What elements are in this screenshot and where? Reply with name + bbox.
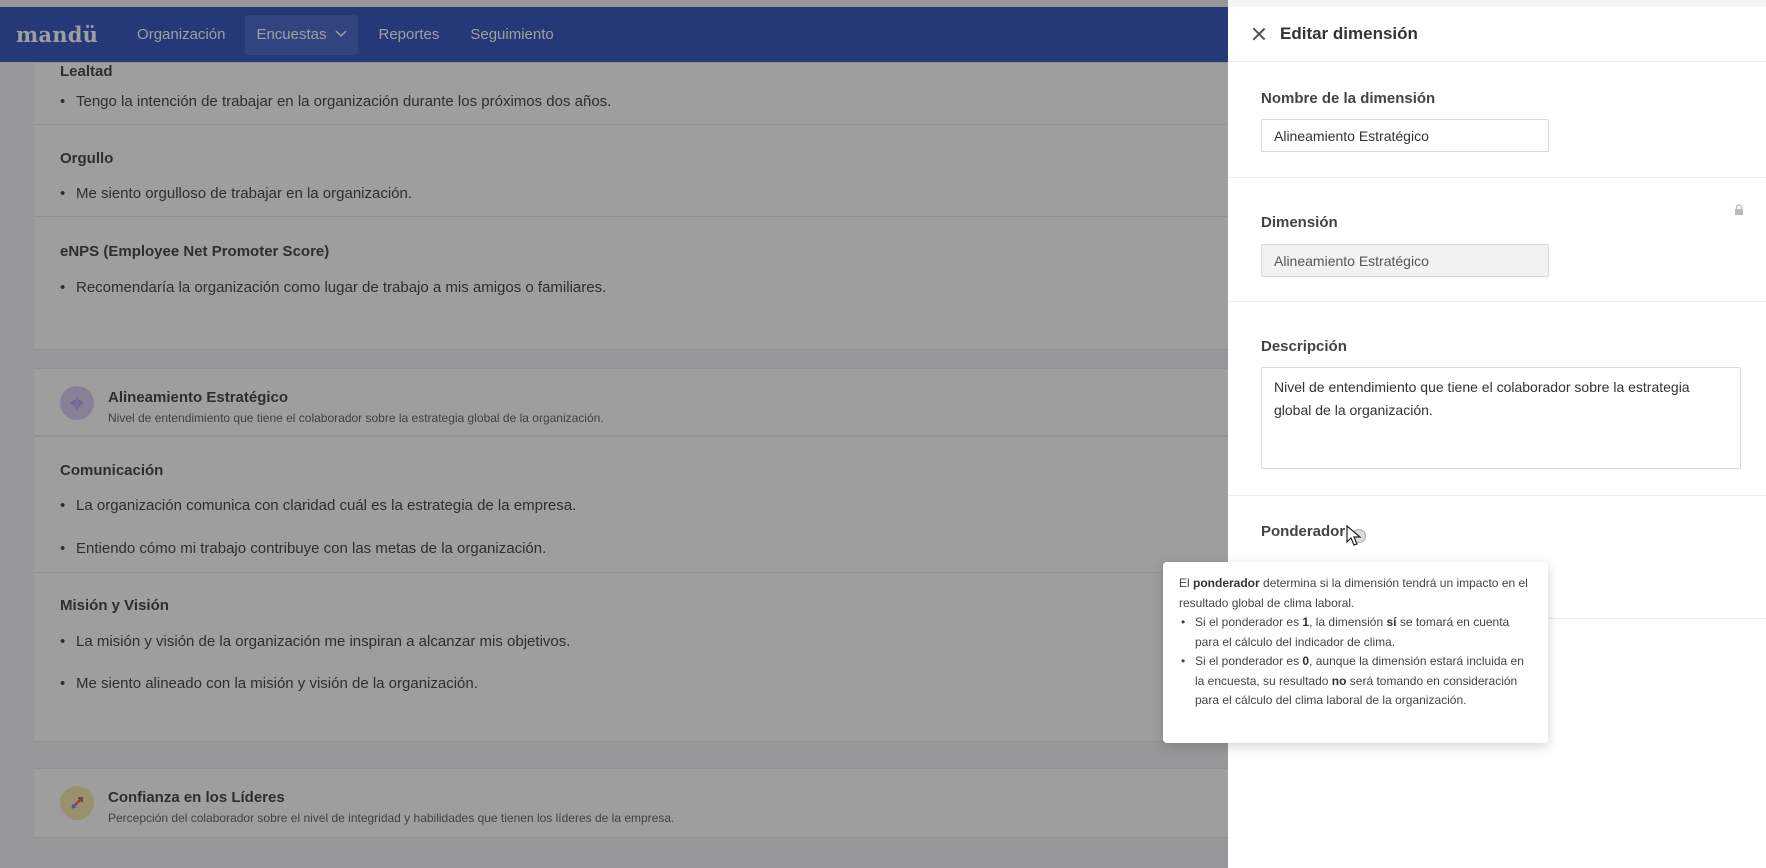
description-label: Descripción [1261,338,1347,355]
ponderador-label: Ponderador [1261,523,1346,540]
lock-icon [1733,203,1745,215]
divider [1228,301,1766,302]
dimension-select-disabled: Alineamiento Estratégico [1261,244,1549,277]
drawer-title: Editar dimensión [1280,24,1418,43]
tooltip-bullet: Si el ponderador es 0, aunque la dimensi… [1179,652,1532,711]
tooltip-list: Si el ponderador es 1, la dimensión sí s… [1179,613,1532,711]
ponderador-tooltip: El ponderador determina si la dimensión … [1163,562,1548,743]
name-label: Nombre de la dimensión [1261,90,1436,107]
description-textarea[interactable]: Nivel de entendimiento que tiene el cola… [1261,367,1741,469]
close-icon[interactable] [1252,27,1266,41]
divider [1228,495,1766,496]
modal-overlay[interactable] [0,0,1228,868]
drawer-header: Editar dimensión [1228,7,1766,62]
tooltip-intro: El ponderador determina si la dimensión … [1179,576,1528,610]
dimension-name-input[interactable]: Alineamiento Estratégico [1261,119,1549,152]
mouse-pointer-icon [1346,524,1362,547]
tooltip-bullet: Si el ponderador es 1, la dimensión sí s… [1179,613,1532,652]
dimension-label: Dimensión [1261,214,1338,231]
divider [1228,177,1766,178]
